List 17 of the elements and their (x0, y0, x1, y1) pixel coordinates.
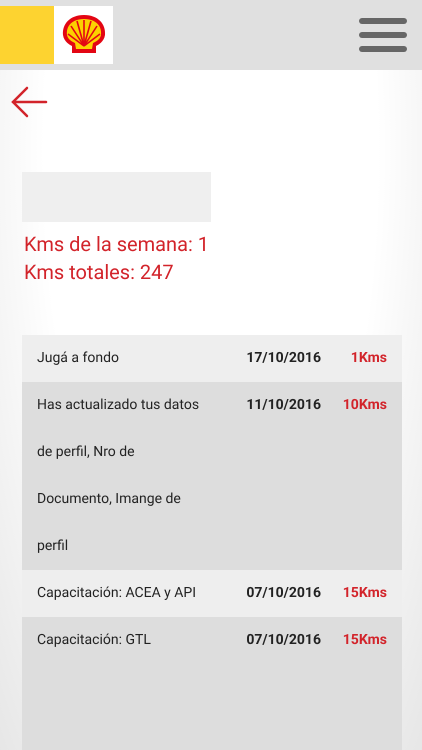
activity-kms: 1Kms (350, 349, 387, 368)
activity-date: 11/10/2016 (245, 396, 321, 415)
menu-button[interactable] (358, 16, 408, 54)
menu-icon (359, 17, 407, 53)
activity-kms: 15Kms (342, 584, 387, 603)
activity-kms: 15Kms (342, 631, 387, 650)
activity-date: 17/10/2016 (245, 349, 321, 368)
activity-description: Has actualizado tus datos de perfil, Nro de Documento, Imange de perfil (37, 396, 200, 556)
weekly-kms-text: Kms de la semana: 1 (24, 231, 210, 258)
brand-block (0, 6, 54, 64)
activity-description: Capacitación: ACEA y API (37, 584, 198, 603)
activity-date: 07/10/2016 (245, 631, 321, 650)
total-kms-text: Kms totales: 247 (24, 259, 175, 286)
activity-description: Jugá a fondo (37, 349, 120, 368)
activity-kms: 10Kms (342, 396, 387, 415)
activity-description: Capacitación: GTL (37, 631, 152, 650)
activity-date: 07/10/2016 (245, 584, 321, 603)
